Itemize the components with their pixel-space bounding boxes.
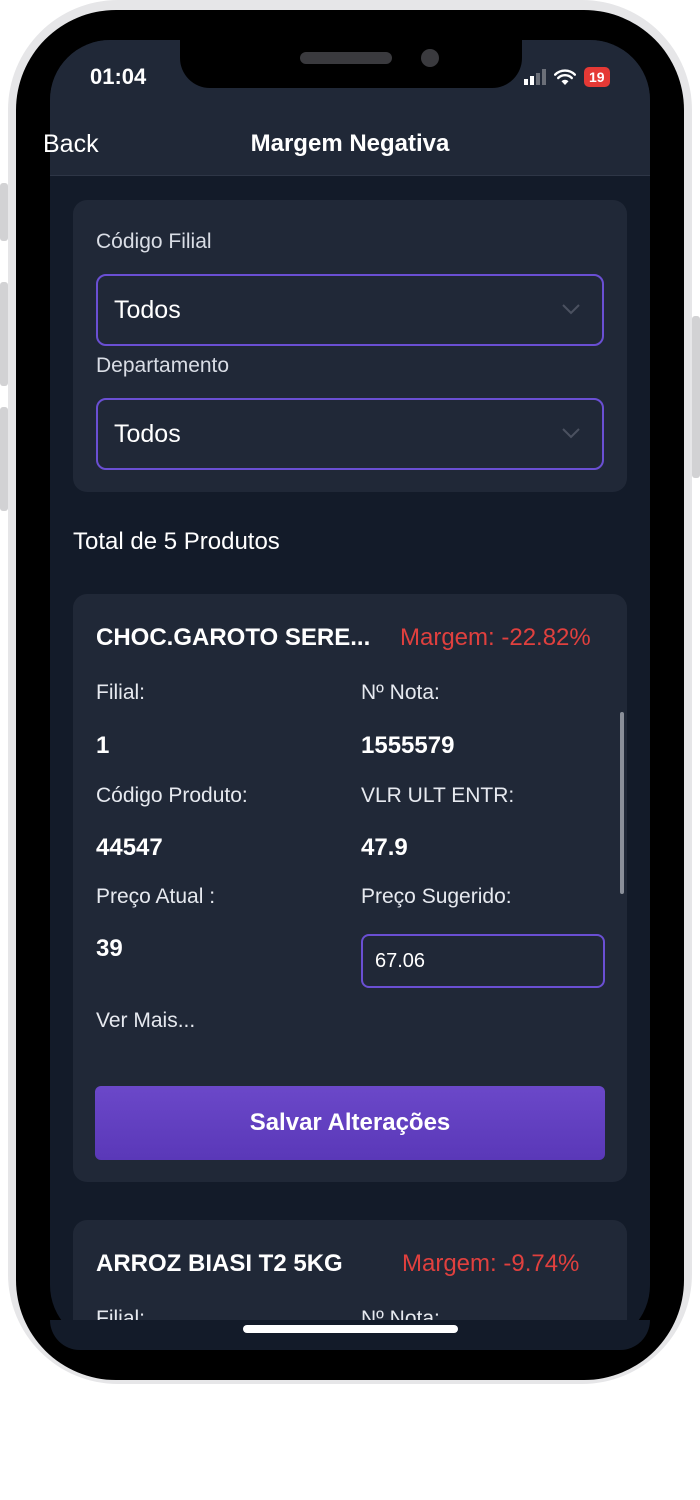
- wifi-icon: [554, 68, 576, 85]
- vlr-ult-entr-value: 47.9: [361, 834, 408, 861]
- filial-select-value: Todos: [114, 296, 181, 324]
- save-changes-button[interactable]: Salvar Alterações: [95, 1086, 605, 1160]
- filial-label: Filial:: [96, 681, 146, 704]
- speaker: [300, 52, 392, 64]
- vlr-ult-entr-label: VLR ULT ENTR:: [361, 784, 515, 807]
- cellular-signal-icon: [524, 69, 546, 85]
- filial-value: 1: [96, 732, 110, 759]
- departamento-select-value: Todos: [114, 420, 181, 448]
- mute-switch: [0, 183, 8, 241]
- filter-card: Código Filial Todos Departamento Todos: [73, 200, 627, 492]
- scrollbar[interactable]: [620, 712, 624, 894]
- margin-value: Margem: -9.74%: [402, 1250, 580, 1277]
- preco-sugerido-label: Preço Sugerido:: [361, 885, 512, 908]
- codigo-produto-value: 44547: [96, 834, 163, 861]
- status-time: 01:04: [90, 64, 147, 89]
- preco-sugerido-input[interactable]: [361, 934, 605, 988]
- chevron-down-icon: [562, 304, 580, 315]
- ver-mais-link[interactable]: Ver Mais...: [96, 1009, 195, 1033]
- home-indicator[interactable]: [243, 1325, 458, 1333]
- chevron-down-icon: [562, 428, 580, 439]
- product-name: ARROZ BIASI T2 5KG: [96, 1250, 343, 1277]
- departamento-select[interactable]: Todos: [96, 398, 604, 470]
- volume-down-button: [0, 407, 8, 511]
- page-title: Margem Negativa: [250, 130, 450, 157]
- preco-atual-label: Preço Atual :: [96, 885, 216, 908]
- filial-select[interactable]: Todos: [96, 274, 604, 346]
- codigo-produto-label: Código Produto:: [96, 784, 248, 807]
- total-products-text: Total de 5 Produtos: [73, 528, 280, 555]
- filial-filter-label: Código Filial: [96, 230, 212, 253]
- notch: [180, 40, 522, 88]
- volume-up-button: [0, 282, 8, 386]
- preco-atual-value: 39: [96, 935, 123, 962]
- front-camera: [421, 49, 439, 67]
- power-button: [692, 316, 700, 478]
- nota-value: 1555579: [361, 732, 455, 759]
- product-name: CHOC.GAROTO SERE...: [96, 624, 371, 651]
- status-icons: 19: [524, 66, 610, 88]
- nota-label: Nº Nota:: [361, 681, 440, 704]
- departamento-filter-label: Departamento: [96, 354, 230, 377]
- product-card: CHOC.GAROTO SERE... Margem: -22.82% Fili…: [73, 594, 627, 1182]
- battery-indicator: 19: [584, 67, 610, 87]
- margin-value: Margem: -22.82%: [400, 624, 591, 651]
